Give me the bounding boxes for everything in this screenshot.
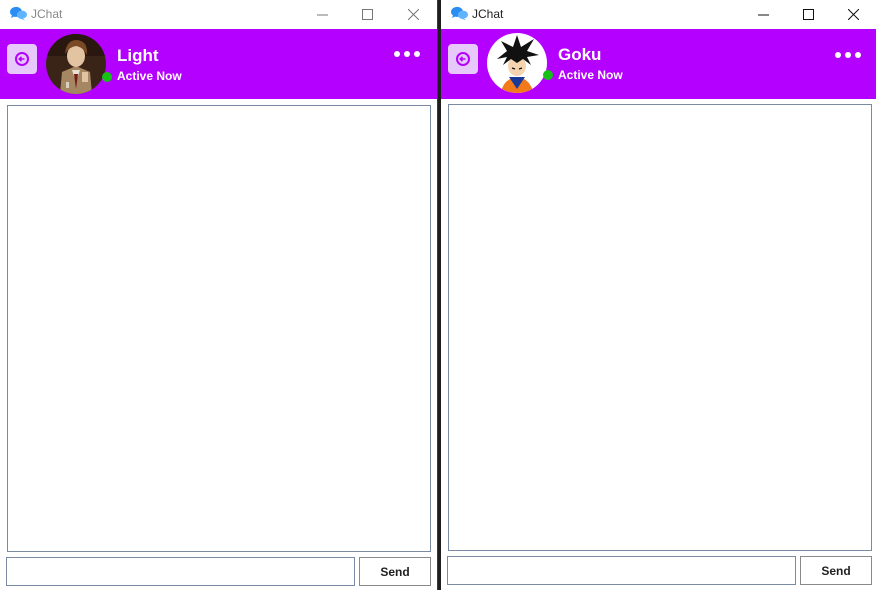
- maximize-icon: [361, 9, 373, 20]
- avatar-portrait-image: [46, 34, 106, 94]
- close-icon: [847, 9, 859, 20]
- message-input[interactable]: [447, 556, 796, 585]
- chat-window-goku: JChat Goku Active Now Send: [441, 0, 876, 590]
- contact-name: Light: [117, 46, 159, 65]
- chat-header: Light Active Now: [0, 29, 437, 99]
- minimize-icon: [316, 14, 328, 16]
- chat-bubbles-icon: [9, 6, 27, 21]
- contact-status: Active Now: [117, 69, 182, 83]
- send-button[interactable]: Send: [359, 557, 431, 586]
- back-button[interactable]: [448, 44, 478, 74]
- app-title: JChat: [472, 7, 504, 21]
- more-options-icon[interactable]: [835, 52, 861, 58]
- avatar-portrait-image: [487, 33, 547, 93]
- chat-window-light: JChat Light Active Now Send: [0, 0, 438, 590]
- online-status-dot: [102, 72, 112, 82]
- more-options-icon[interactable]: [394, 51, 420, 57]
- title-bar[interactable]: JChat: [0, 0, 437, 29]
- chat-header: Goku Active Now: [441, 29, 876, 99]
- send-button[interactable]: Send: [800, 556, 872, 585]
- maximize-button[interactable]: [785, 0, 831, 29]
- title-bar[interactable]: JChat: [441, 0, 876, 29]
- contact-avatar: [487, 33, 547, 93]
- app-title: JChat: [31, 7, 63, 21]
- message-input[interactable]: [6, 557, 355, 586]
- minimize-icon: [757, 14, 769, 16]
- contact-avatar: [46, 34, 106, 94]
- contact-status: Active Now: [558, 68, 623, 82]
- close-button[interactable]: [830, 0, 876, 29]
- minimize-button[interactable]: [740, 0, 786, 29]
- chat-bubbles-icon: [450, 6, 468, 21]
- back-arrow-icon: [456, 52, 470, 66]
- close-button[interactable]: [390, 0, 436, 29]
- minimize-button[interactable]: [299, 0, 345, 29]
- close-icon: [407, 9, 419, 20]
- maximize-button[interactable]: [344, 0, 390, 29]
- back-arrow-icon: [15, 52, 29, 66]
- maximize-icon: [802, 9, 814, 20]
- message-area[interactable]: [7, 105, 431, 552]
- contact-name: Goku: [558, 45, 602, 64]
- message-area[interactable]: [448, 104, 872, 551]
- back-button[interactable]: [7, 44, 37, 74]
- online-status-dot: [543, 70, 553, 80]
